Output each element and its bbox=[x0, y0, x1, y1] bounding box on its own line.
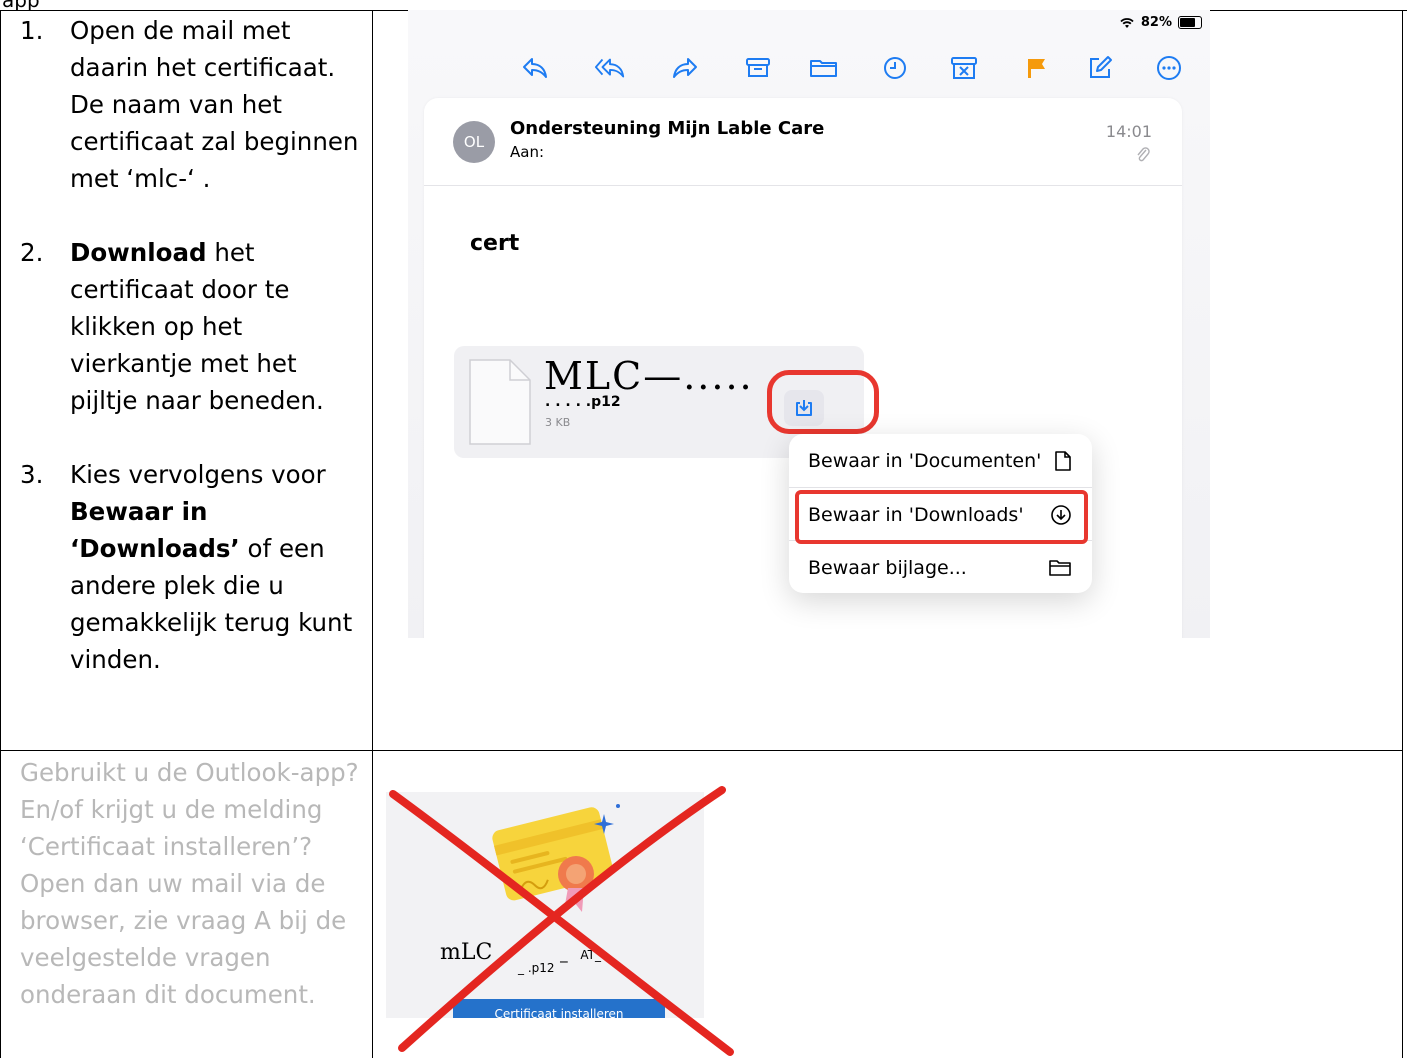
subject: cert bbox=[470, 231, 520, 256]
table-column-divider bbox=[372, 10, 373, 1058]
document-icon bbox=[1055, 450, 1071, 471]
message-time: 14:01 bbox=[1105, 122, 1152, 141]
step-text: Download het certificaat door te klikken… bbox=[70, 234, 360, 419]
status-bar: 82% bbox=[1119, 15, 1202, 30]
compose-icon[interactable] bbox=[1084, 52, 1116, 84]
folder-icon[interactable] bbox=[808, 52, 840, 84]
document-icon bbox=[468, 358, 532, 450]
step-text: Kies vervolgens voor Bewaar in ‘Download… bbox=[70, 456, 360, 678]
table-right-border bbox=[1402, 10, 1403, 1058]
step-2: 2. Download het certificaat door te klik… bbox=[20, 234, 360, 419]
header-divider bbox=[424, 185, 1182, 186]
menu-item-save-documents[interactable]: Bewaar in 'Documenten' bbox=[789, 434, 1092, 487]
folder-icon bbox=[1049, 559, 1071, 576]
attachment-menu: Bewaar in 'Documenten' Bewaar in 'Downlo… bbox=[789, 434, 1092, 593]
step-number: 2. bbox=[20, 238, 44, 267]
avatar: OL bbox=[453, 121, 495, 163]
paperclip-icon bbox=[1136, 146, 1150, 168]
menu-item-label: Bewaar bijlage... bbox=[808, 556, 967, 579]
step-bold-text: Download bbox=[70, 238, 207, 267]
junk-icon[interactable] bbox=[948, 52, 980, 84]
forward-icon[interactable] bbox=[669, 52, 701, 84]
outlook-note: Gebruikt u de Outlook-app? En/of krijgt … bbox=[20, 758, 359, 1009]
table-left-border bbox=[0, 10, 1, 1058]
step-number: 1. bbox=[20, 16, 44, 45]
flag-icon[interactable] bbox=[1020, 52, 1052, 84]
battery-icon bbox=[1178, 16, 1202, 29]
header-fragment-text: app bbox=[2, 0, 40, 10]
highlight-box bbox=[795, 490, 1088, 544]
attachment-name: . . . . .p12 bbox=[545, 394, 621, 410]
step-1: 1. Open de mail met daarin het certifica… bbox=[20, 12, 360, 197]
step-text: Open de mail met daarin het certificaat.… bbox=[70, 16, 359, 193]
menu-item-save-attachment[interactable]: Bewaar bijlage... bbox=[789, 540, 1092, 594]
sender-name[interactable]: Ondersteuning Mijn Lable Care bbox=[510, 118, 824, 139]
step-number: 3. bbox=[20, 460, 44, 489]
handwritten-filename: MLC—..... bbox=[544, 354, 754, 398]
reply-all-icon[interactable] bbox=[594, 52, 626, 84]
archive-icon[interactable] bbox=[742, 52, 774, 84]
wifi-icon bbox=[1120, 17, 1134, 28]
step-pre-text: Kies vervolgens voor bbox=[70, 460, 326, 489]
red-cross-mark bbox=[389, 786, 734, 1056]
instruction-steps: 1. Open de mail met daarin het certifica… bbox=[20, 12, 360, 715]
mail-screenshot: 82% OL Ondersteuning Mijn Lable Care Aan… bbox=[408, 10, 1210, 638]
clock-icon[interactable] bbox=[879, 52, 911, 84]
reply-icon[interactable] bbox=[519, 52, 551, 84]
attachment-size: 3 KB bbox=[545, 416, 571, 429]
previous-page-fragment: app bbox=[0, 0, 380, 10]
step-3: 3. Kies vervolgens voor Bewaar in ‘Downl… bbox=[20, 456, 360, 678]
step-bold-text: Bewaar in ‘Downloads’ bbox=[70, 497, 240, 563]
more-icon[interactable] bbox=[1153, 52, 1185, 84]
table-row-divider bbox=[0, 750, 1403, 751]
battery-percentage: 82% bbox=[1140, 15, 1172, 30]
highlight-oval bbox=[767, 370, 879, 434]
mail-toolbar bbox=[408, 52, 1210, 86]
to-label: Aan: bbox=[510, 143, 545, 161]
menu-item-label: Bewaar in 'Documenten' bbox=[808, 449, 1042, 472]
